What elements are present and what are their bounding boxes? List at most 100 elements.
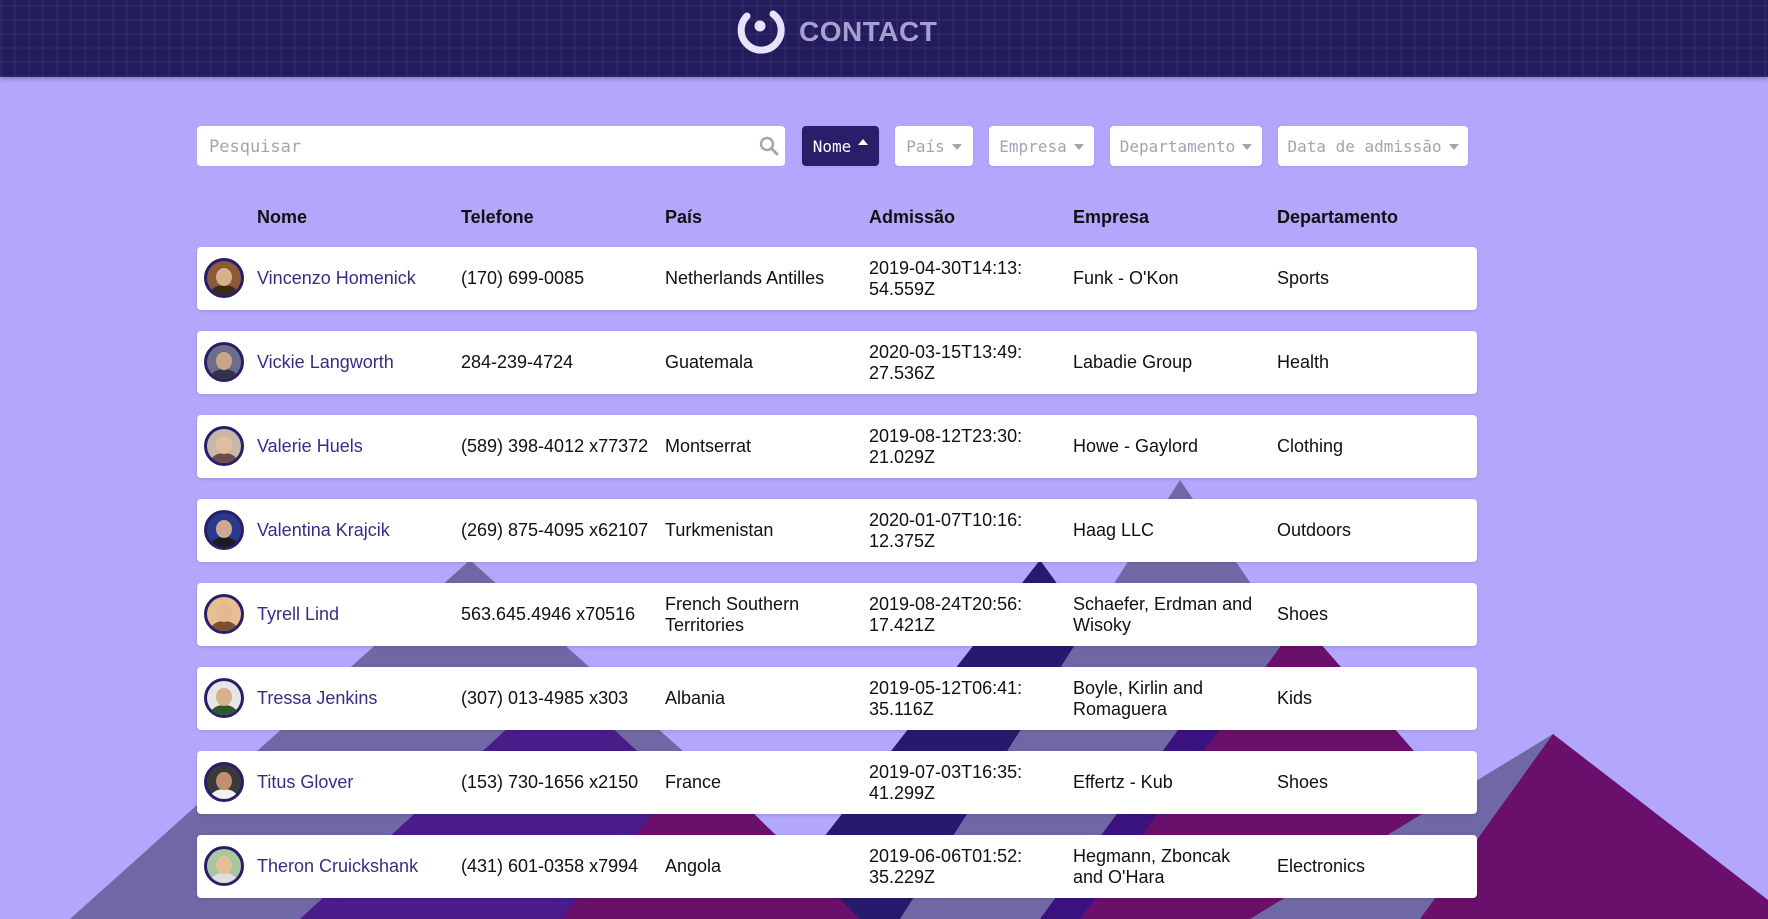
contact-admission-date-text: 2019-08-12T23:30:21.029Z bbox=[869, 425, 1023, 467]
brand[interactable]: CONTACT bbox=[733, 6, 937, 58]
contact-name[interactable]: Vincenzo Homenick bbox=[257, 247, 447, 310]
contact-department: Health bbox=[1277, 331, 1467, 394]
avatar bbox=[204, 594, 244, 634]
filter-label: Data de admissão bbox=[1287, 136, 1442, 156]
contact-admission-date-text: 2019-06-06T01:52:35.229Z bbox=[869, 845, 1023, 887]
contact-name[interactable]: Tressa Jenkins bbox=[257, 667, 447, 730]
contact-phone-text: (431) 601-0358 x7994 bbox=[461, 856, 639, 876]
avatar bbox=[204, 846, 244, 886]
column-header-country: País bbox=[665, 207, 703, 227]
contact-name[interactable]: Valentina Krajcik bbox=[257, 499, 447, 562]
contact-company-text: Labadie Group bbox=[1073, 352, 1193, 372]
contact-admission-date-text: 2019-08-24T20:56:17.421Z bbox=[869, 593, 1023, 635]
contact-country: Albania bbox=[665, 667, 855, 730]
table-row[interactable]: Tressa Jenkins (307) 013-4985 x303 Albania… bbox=[197, 667, 1477, 730]
caret-down-icon bbox=[1242, 144, 1253, 150]
sort-by-admission-date-button[interactable]: Data de admissão bbox=[1278, 126, 1468, 166]
contact-admission-date: 2020-03-15T13:49:27.536Z bbox=[869, 331, 1029, 394]
contact-department-text: Clothing bbox=[1277, 436, 1344, 456]
search-input[interactable] bbox=[207, 126, 751, 168]
caret-down-icon bbox=[951, 144, 962, 150]
contact-company-text: Effertz - Kub bbox=[1073, 772, 1173, 792]
sort-by-name-button[interactable]: Nome bbox=[802, 126, 879, 166]
contact-department: Kids bbox=[1277, 667, 1467, 730]
contact-name-text[interactable]: Tressa Jenkins bbox=[257, 688, 377, 709]
contact-country: France bbox=[665, 751, 855, 814]
contact-phone: (431) 601-0358 x7994 bbox=[461, 835, 651, 898]
contact-name-text[interactable]: Valerie Huels bbox=[257, 436, 363, 457]
contact-country-text: Montserrat bbox=[665, 436, 752, 456]
contact-phone-text: (153) 730-1656 x2150 bbox=[461, 772, 639, 792]
table-row[interactable]: Vincenzo Homenick (170) 699-0085 Netherlan… bbox=[197, 247, 1477, 310]
contact-phone: (170) 699-0085 bbox=[461, 247, 651, 310]
contact-country-text: French Southern Territories bbox=[665, 593, 800, 635]
table-row[interactable]: Vickie Langworth 284-239-4724 Guatemala 202… bbox=[197, 331, 1477, 394]
contact-country-text: Guatemala bbox=[665, 352, 754, 372]
contact-name[interactable]: Tyrell Lind bbox=[257, 583, 447, 646]
table-row[interactable]: Tyrell Lind 563.645.4946 x70516 French Sou… bbox=[197, 583, 1477, 646]
avatar bbox=[204, 258, 244, 298]
contact-admission-date-text: 2020-03-15T13:49:27.536Z bbox=[869, 341, 1023, 383]
column-header-name: Nome bbox=[257, 207, 308, 227]
table-row[interactable]: Theron Cruickshank (431) 601-0358 x7994 An… bbox=[197, 835, 1477, 898]
app-header: CONTACT bbox=[0, 0, 1768, 77]
filter-label: País bbox=[906, 136, 945, 156]
caret-down-icon bbox=[1448, 144, 1459, 150]
contact-company: Boyle, Kirlin and Romaguera bbox=[1073, 667, 1263, 730]
contact-country: Angola bbox=[665, 835, 855, 898]
contact-country-text: Netherlands Antilles bbox=[665, 268, 825, 288]
contact-country: French Southern Territories bbox=[665, 583, 855, 646]
contact-company: Funk - O'Kon bbox=[1073, 247, 1263, 310]
contact-phone: (153) 730-1656 x2150 bbox=[461, 751, 651, 814]
contact-name[interactable]: Vickie Langworth bbox=[257, 331, 447, 394]
contact-department: Electronics bbox=[1277, 835, 1467, 898]
contact-admission-date-text: 2020-01-07T10:16:12.375Z bbox=[869, 509, 1023, 551]
search-icon[interactable] bbox=[759, 136, 779, 156]
contact-company: Labadie Group bbox=[1073, 331, 1263, 394]
contact-name-text[interactable]: Theron Cruickshank bbox=[257, 856, 418, 877]
avatar bbox=[204, 678, 244, 718]
contact-company-text: Boyle, Kirlin and Romaguera bbox=[1073, 677, 1204, 719]
contact-name[interactable]: Valerie Huels bbox=[257, 415, 447, 478]
contact-name-text[interactable]: Vickie Langworth bbox=[257, 352, 394, 373]
contact-name-text[interactable]: Valentina Krajcik bbox=[257, 520, 390, 541]
caret-down-icon bbox=[1073, 144, 1084, 150]
contact-name-text[interactable]: Vincenzo Homenick bbox=[257, 268, 416, 289]
contact-name-text[interactable]: Titus Glover bbox=[257, 772, 353, 793]
table-row[interactable]: Titus Glover (153) 730-1656 x2150 France 20… bbox=[197, 751, 1477, 814]
contact-phone-text: (269) 875-4095 x62107 bbox=[461, 520, 649, 540]
contact-country-text: Albania bbox=[665, 688, 726, 708]
contact-name-text[interactable]: Tyrell Lind bbox=[257, 604, 339, 625]
table-row[interactable]: Valerie Huels (589) 398-4012 x77372 Montse… bbox=[197, 415, 1477, 478]
contact-name[interactable]: Theron Cruickshank bbox=[257, 835, 447, 898]
contact-country: Netherlands Antilles bbox=[665, 247, 855, 310]
filter-label: Nome bbox=[812, 136, 852, 156]
avatar bbox=[204, 510, 244, 550]
contact-country-text: France bbox=[665, 772, 722, 792]
contact-company-text: Howe - Gaylord bbox=[1073, 436, 1199, 456]
avatar bbox=[204, 342, 244, 382]
avatar bbox=[204, 426, 244, 466]
contact-department: Clothing bbox=[1277, 415, 1467, 478]
table-row[interactable]: Valentina Krajcik (269) 875-4095 x62107 Tu… bbox=[197, 499, 1477, 562]
contact-admission-date-text: 2019-07-03T16:35:41.299Z bbox=[869, 761, 1023, 803]
contact-country-text: Angola bbox=[665, 856, 722, 876]
contact-name[interactable]: Titus Glover bbox=[257, 751, 447, 814]
contact-company-text: Schaefer, Erdman and Wisoky bbox=[1073, 593, 1253, 635]
contact-admission-date: 2019-05-12T06:41:35.116Z bbox=[869, 667, 1029, 730]
sort-by-department-button[interactable]: Departamento bbox=[1110, 126, 1262, 166]
contact-company: Schaefer, Erdman and Wisoky bbox=[1073, 583, 1263, 646]
column-header-department: Departamento bbox=[1277, 207, 1399, 227]
contact-admission-date: 2019-07-03T16:35:41.299Z bbox=[869, 751, 1029, 814]
contact-phone: 563.645.4946 x70516 bbox=[461, 583, 651, 646]
contact-admission-date: 2019-08-12T23:30:21.029Z bbox=[869, 415, 1029, 478]
sort-by-company-button[interactable]: Empresa bbox=[989, 126, 1094, 166]
contact-admission-date: 2019-06-06T01:52:35.229Z bbox=[869, 835, 1029, 898]
contact-company: Howe - Gaylord bbox=[1073, 415, 1263, 478]
avatar bbox=[204, 762, 244, 802]
contact-department: Shoes bbox=[1277, 583, 1467, 646]
sort-by-country-button[interactable]: País bbox=[895, 126, 973, 166]
table-header: Nome Telefone País Admissão Empresa Depa… bbox=[197, 203, 1477, 229]
contact-company-text: Haag LLC bbox=[1073, 520, 1155, 540]
filter-label: Departamento bbox=[1119, 136, 1236, 156]
